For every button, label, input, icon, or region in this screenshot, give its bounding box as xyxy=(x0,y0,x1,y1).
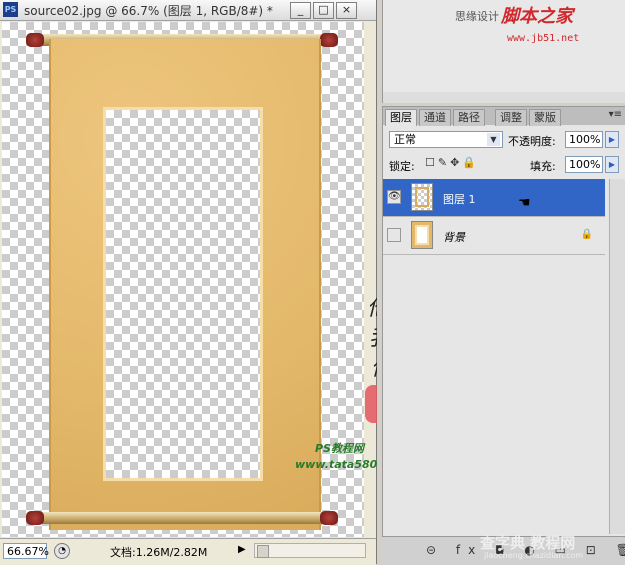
document-window: PS source02.jpg @ 66.7% (图层 1, RGB/8#) *… xyxy=(0,0,377,565)
maximize-button[interactable]: □ xyxy=(313,2,334,19)
credit-ps-text: PS教程网 xyxy=(315,442,364,455)
fill-field[interactable]: 100% xyxy=(565,156,603,173)
photoshop-icon: PS xyxy=(3,2,18,17)
scroll-bottom-rod-right-end xyxy=(320,511,338,525)
transparent-window-area xyxy=(103,107,263,481)
lock-icon: 🔒 xyxy=(580,229,593,240)
layer-row-background[interactable]: 背景 🔒 xyxy=(383,217,605,255)
layers-panel: 图层 通道 路径 调整 蒙版 ▾≡ 正常 ▼ 不透明度: 100% ▶ 锁定: … xyxy=(382,106,625,537)
tab-masks[interactable]: 蒙版 xyxy=(529,109,561,126)
document-size: 文档:1.26M/2.82M xyxy=(110,546,208,559)
scroll-painting xyxy=(49,39,321,530)
status-info-icon[interactable]: ◔ xyxy=(54,543,70,559)
watermark-url: www.jb51.net xyxy=(507,33,580,44)
tab-channels[interactable]: 通道 xyxy=(419,109,451,126)
panel-menu-icon[interactable]: ▾≡ xyxy=(609,109,622,120)
close-button[interactable]: × xyxy=(336,2,357,19)
fill-label: 填充: xyxy=(530,160,556,173)
scroll-top-rod-left-end xyxy=(26,33,44,47)
chevron-down-icon[interactable]: ▼ xyxy=(487,133,500,146)
top-panel: 思缘设计 脚本之家 www.jb51.net xyxy=(382,0,625,103)
lock-icons[interactable]: ☐✎✥🔒 xyxy=(425,156,479,169)
layer-name[interactable]: 图层 1 xyxy=(443,191,476,207)
site-watermark: 查字典 教程网 xyxy=(480,534,576,552)
side-panels: 思缘设计 脚本之家 www.jb51.net 图层 通道 路径 调整 蒙版 ▾≡… xyxy=(377,0,625,565)
watermark-logo: 脚本之家 xyxy=(501,6,573,27)
opacity-field[interactable]: 100% xyxy=(565,131,603,148)
panel-tabs: 图层 通道 路径 调整 蒙版 ▾≡ xyxy=(383,107,625,126)
layer-row-1[interactable]: 👁 图层 1 xyxy=(383,179,605,217)
document-title: source02.jpg @ 66.7% (图层 1, RGB/8#) * xyxy=(24,4,273,18)
zoom-field[interactable]: 66.67% xyxy=(3,543,49,559)
layer-name[interactable]: 背景 xyxy=(443,229,465,245)
fill-slider-button[interactable]: ▶ xyxy=(605,156,619,173)
site-watermark-url: jiaocheng.chazidian.com xyxy=(484,551,584,560)
mouse-pointer-icon: ☚ xyxy=(518,195,531,211)
horizontal-scrollbar[interactable] xyxy=(254,543,366,558)
tab-paths[interactable]: 路径 xyxy=(453,109,485,126)
opacity-label: 不透明度: xyxy=(508,135,556,148)
opacity-slider-button[interactable]: ▶ xyxy=(605,131,619,148)
eye-icon[interactable]: 👁 xyxy=(387,190,401,204)
blend-mode-value: 正常 xyxy=(394,133,416,146)
scroll-bottom-rod-left-end xyxy=(26,511,44,525)
document-titlebar[interactable]: PS source02.jpg @ 66.7% (图层 1, RGB/8#) *… xyxy=(0,0,376,21)
scroll-top-rod-right-end xyxy=(320,33,338,47)
tab-layers[interactable]: 图层 xyxy=(385,109,417,126)
horizontal-scrollbar-thumb[interactable] xyxy=(257,545,269,558)
layer-thumbnail xyxy=(411,183,433,211)
layer-thumbnail xyxy=(411,221,433,249)
watermark-top-text: 思缘设计 xyxy=(455,10,499,23)
lock-label: 锁定: xyxy=(389,160,415,173)
minimize-button[interactable]: _ xyxy=(290,2,311,19)
layers-vertical-scrollbar[interactable] xyxy=(609,179,625,534)
top-panel-buttons xyxy=(383,92,625,103)
tab-adjustments[interactable]: 调整 xyxy=(495,109,527,126)
eye-icon[interactable] xyxy=(387,228,401,242)
status-bar: 66.67% ◔ 文档:1.26M/2.82M ▶ xyxy=(0,538,376,565)
status-menu-arrow-icon[interactable]: ▶ xyxy=(238,544,246,555)
blend-mode-select[interactable]: 正常 ▼ xyxy=(389,131,503,148)
scroll-bottom-rod xyxy=(30,512,336,524)
